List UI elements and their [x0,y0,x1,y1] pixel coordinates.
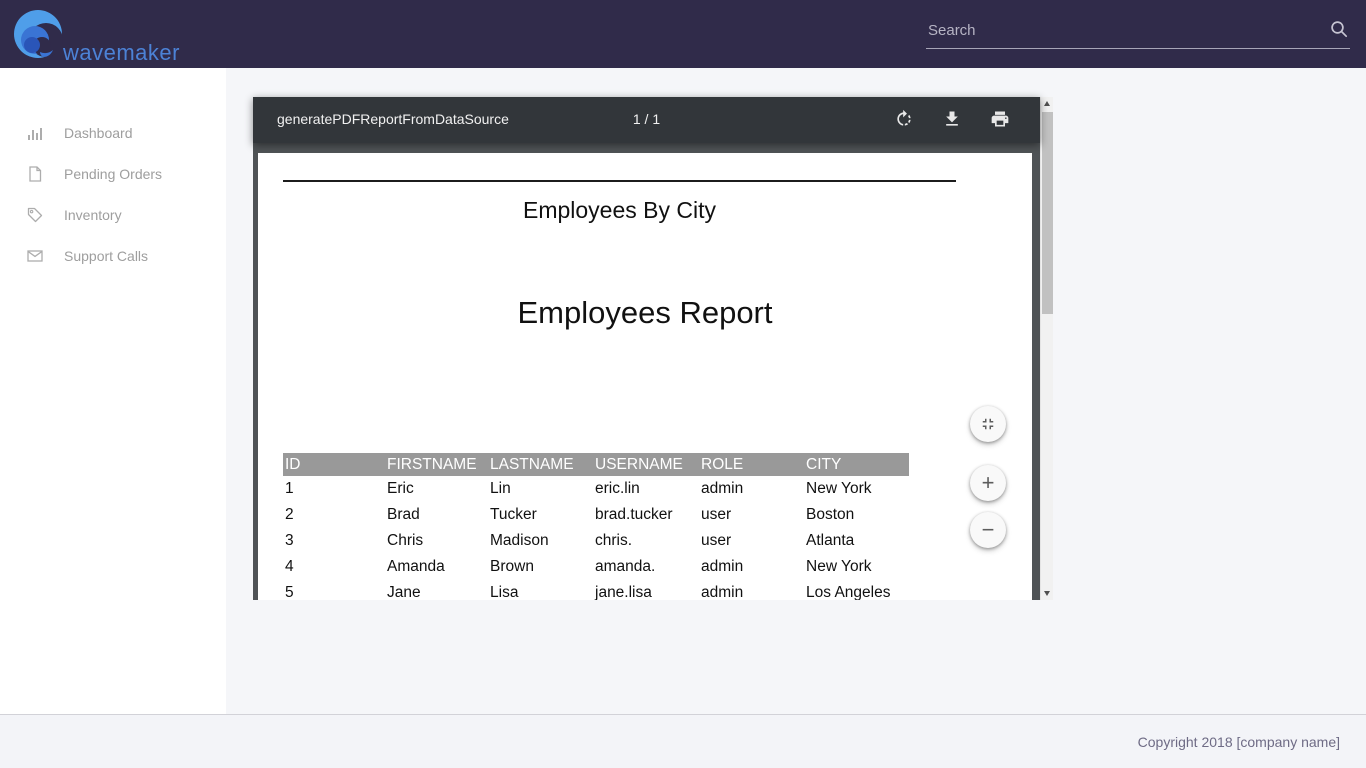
zoom-in-button[interactable]: + [970,465,1006,501]
cell: admin [699,580,804,600]
pdf-toolbar: generatePDFReportFromDataSource 1 / 1 [253,97,1040,143]
search-input[interactable] [928,22,1298,39]
sidebar-item-pending-orders[interactable]: Pending Orders [0,153,226,194]
cell: admin [699,554,804,580]
col-header-role: ROLE [699,453,804,476]
cell: Amanda [385,554,488,580]
pdf-page: Employees By City Employees Report ID FI… [258,153,1032,600]
cell: amanda. [593,554,699,580]
download-icon[interactable] [942,109,962,129]
employees-table: ID FIRSTNAME LASTNAME USERNAME ROLE CITY… [283,453,909,600]
cell: user [699,502,804,528]
cell: Los Angeles [804,580,909,600]
report-section-title: Employees By City [283,197,956,224]
col-header-city: CITY [804,453,909,476]
envelope-icon [27,248,43,264]
sidebar-item-label: Dashboard [64,125,133,141]
sidebar-item-label: Inventory [64,207,122,223]
cell: 2 [283,502,385,528]
wavemaker-logo[interactable]: wavemaker [13,7,213,63]
col-header-username: USERNAME [593,453,699,476]
left-nav: Dashboard Pending Orders Inventory Suppo… [0,68,226,714]
sidebar-item-label: Pending Orders [64,166,162,182]
cell: 5 [283,580,385,600]
search-field [926,14,1350,49]
fit-to-page-button[interactable] [970,406,1006,442]
cell: Boston [804,502,909,528]
bar-chart-icon [27,125,43,141]
cell: Brown [488,554,593,580]
cell: Eric [385,476,488,502]
table-header-row: ID FIRSTNAME LASTNAME USERNAME ROLE CITY [283,453,909,476]
cell: Lin [488,476,593,502]
scrollbar-thumb[interactable] [1042,112,1053,314]
scroll-up-arrow-icon[interactable] [1041,97,1054,110]
table-row: 5 Jane Lisa jane.lisa admin Los Angeles [283,580,909,600]
cell: brad.tucker [593,502,699,528]
report-divider-line [283,180,956,182]
sidebar-item-label: Support Calls [64,248,148,264]
cell: 1 [283,476,385,502]
cell: Atlanta [804,528,909,554]
document-icon [27,166,43,182]
cell: chris. [593,528,699,554]
cell: user [699,528,804,554]
col-header-lastname: LASTNAME [488,453,593,476]
cell: Brad [385,502,488,528]
copyright-text: Copyright 2018 [company name] [1138,734,1340,750]
cell: Lisa [488,580,593,600]
cell: 3 [283,528,385,554]
cell: Chris [385,528,488,554]
cell: eric.lin [593,476,699,502]
table-row: 3 Chris Madison chris. user Atlanta [283,528,909,554]
col-header-firstname: FIRSTNAME [385,453,488,476]
search-icon[interactable] [1330,20,1348,38]
fit-to-page-icon [979,415,997,433]
zoom-out-button[interactable]: − [970,512,1006,548]
page-indicator[interactable]: 1 / 1 [633,111,660,127]
sidebar-item-dashboard[interactable]: Dashboard [0,112,226,153]
logo-text: wavemaker [63,40,180,66]
table-row: 4 Amanda Brown amanda. admin New York [283,554,909,580]
rotate-clockwise-icon[interactable] [894,109,914,129]
app-header: wavemaker [0,0,1366,68]
pdf-canvas-area: Employees By City Employees Report ID FI… [253,143,1040,600]
cell: 4 [283,554,385,580]
cell: admin [699,476,804,502]
pdf-scrollbar[interactable] [1040,97,1053,600]
pdf-viewer: generatePDFReportFromDataSource 1 / 1 Em… [253,97,1053,600]
sidebar-item-inventory[interactable]: Inventory [0,194,226,235]
pdf-document-title: generatePDFReportFromDataSource [277,111,509,127]
tag-icon [27,207,43,223]
pdf-toolbar-actions [894,109,1010,129]
cell: Jane [385,580,488,600]
report-title: Employees Report [258,295,1032,331]
wave-logo-icon [13,7,67,61]
cell: jane.lisa [593,580,699,600]
cell: New York [804,554,909,580]
scroll-down-arrow-icon[interactable] [1041,587,1054,600]
sidebar-item-support-calls[interactable]: Support Calls [0,235,226,276]
table-row: 1 Eric Lin eric.lin admin New York [283,476,909,502]
page-footer: Copyright 2018 [company name] [0,714,1366,768]
col-header-id: ID [283,453,385,476]
cell: Madison [488,528,593,554]
table-row: 2 Brad Tucker brad.tucker user Boston [283,502,909,528]
cell: Tucker [488,502,593,528]
cell: New York [804,476,909,502]
print-icon[interactable] [990,109,1010,129]
